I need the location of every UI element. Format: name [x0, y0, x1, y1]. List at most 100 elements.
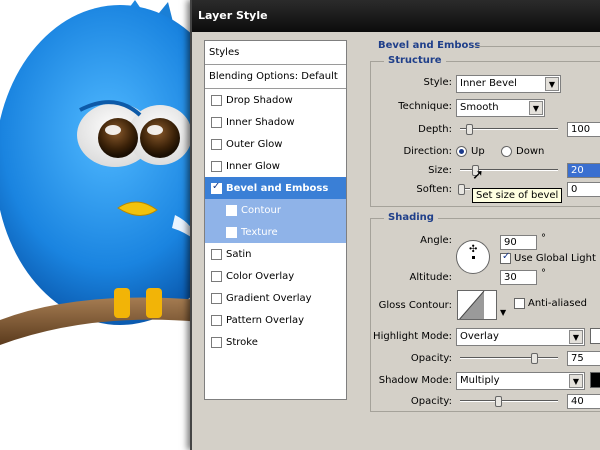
direction-label: Direction: — [403, 146, 452, 157]
contour-dropdown-icon[interactable]: ▼ — [500, 308, 506, 317]
style-item-outer-glow[interactable]: Outer Glow — [205, 133, 346, 155]
style-item-inner-glow[interactable]: Inner Glow — [205, 155, 346, 177]
gloss-contour-picker[interactable] — [457, 290, 497, 320]
chevron-down-icon[interactable]: ▼ — [529, 101, 543, 115]
styles-header[interactable]: Styles — [205, 41, 346, 65]
altitude-input[interactable]: 30 — [500, 270, 537, 285]
altitude-label: Altitude: — [409, 272, 452, 283]
shadow-color-swatch[interactable] — [590, 372, 600, 388]
angle-dial[interactable]: ✣ — [456, 240, 490, 274]
highlight-mode-label: Highlight Mode: — [373, 331, 452, 342]
checkbox[interactable] — [211, 248, 222, 260]
direction-down-radio[interactable] — [501, 146, 512, 157]
style-label: Contour — [241, 204, 281, 216]
altitude-degree: ° — [541, 268, 546, 279]
shadow-opacity-slider[interactable] — [460, 396, 558, 407]
style-value: Inner Bevel — [460, 78, 517, 89]
highlight-opacity-thumb[interactable] — [531, 353, 538, 364]
bevel-emboss-title: Bevel and Emboss — [378, 40, 481, 51]
style-select[interactable]: Inner Bevel ▼ — [456, 75, 561, 93]
checkbox[interactable] — [211, 94, 222, 106]
soften-label: Soften: — [416, 184, 452, 195]
angle-degree: ° — [541, 233, 546, 244]
depth-label: Depth: — [418, 124, 452, 135]
style-item-drop-shadow[interactable]: Drop Shadow — [205, 89, 346, 111]
dialog-body: Styles Blending Options: Default Drop Sh… — [192, 32, 600, 450]
style-label: Color Overlay — [226, 270, 295, 282]
structure-legend: Structure — [384, 55, 446, 66]
size-tooltip: Set size of bevel — [472, 188, 563, 203]
style-label: Pattern Overlay — [226, 314, 305, 326]
style-item-inner-shadow[interactable]: Inner Shadow — [205, 111, 346, 133]
checkbox[interactable] — [211, 292, 222, 304]
style-label: Stroke — [226, 336, 258, 348]
style-item-texture[interactable]: Texture — [205, 221, 346, 243]
style-label: Style: — [423, 77, 453, 88]
highlight-color-swatch[interactable] — [590, 328, 600, 344]
style-label: Outer Glow — [226, 138, 283, 150]
checkbox[interactable] — [226, 204, 237, 216]
screen: Layer Style Styles Blending Options: Def… — [0, 0, 600, 450]
style-item-bevel-and-emboss[interactable]: Bevel and Emboss — [205, 177, 346, 199]
style-label: Satin — [226, 248, 252, 260]
global-light-label[interactable]: Use Global Light — [514, 253, 596, 264]
global-light-checkbox[interactable] — [500, 251, 511, 264]
checkbox[interactable] — [211, 138, 222, 150]
pointer-cursor-icon: ➚ — [472, 167, 484, 183]
crosshair-icon: ✣ — [469, 244, 478, 255]
shadow-opacity-input[interactable]: 40 — [567, 394, 600, 409]
checkbox-checked[interactable] — [211, 181, 222, 194]
direction-up-label[interactable]: Up — [471, 146, 485, 157]
highlight-opacity-label: Opacity: — [410, 353, 452, 364]
style-item-contour[interactable]: Contour — [205, 199, 346, 221]
depth-slider-thumb[interactable] — [466, 124, 473, 135]
checkbox[interactable] — [211, 336, 222, 348]
style-label: Gradient Overlay — [226, 292, 312, 304]
shadow-mode-value: Multiply — [460, 375, 500, 386]
checkbox[interactable] — [211, 314, 222, 326]
chevron-down-icon[interactable]: ▼ — [545, 77, 559, 91]
soften-input[interactable]: 0 — [567, 182, 600, 197]
style-item-pattern-overlay[interactable]: Pattern Overlay — [205, 309, 346, 331]
contour-curve-icon — [459, 291, 485, 319]
technique-value: Smooth — [460, 102, 499, 113]
technique-select[interactable]: Smooth ▼ — [456, 99, 545, 117]
highlight-mode-value: Overlay — [460, 331, 499, 342]
soften-slider[interactable] — [458, 184, 470, 195]
highlight-opacity-input[interactable]: 75 — [567, 351, 600, 366]
dial-center — [472, 256, 475, 259]
style-label: Inner Shadow — [226, 116, 295, 128]
checkbox[interactable] — [211, 116, 222, 128]
shadow-opacity-thumb[interactable] — [495, 396, 502, 407]
chevron-down-icon[interactable]: ▼ — [569, 330, 583, 344]
angle-input[interactable]: 90 — [500, 235, 537, 250]
style-item-color-overlay[interactable]: Color Overlay — [205, 265, 346, 287]
anti-aliased-label[interactable]: Anti-aliased — [528, 298, 587, 309]
blending-options[interactable]: Blending Options: Default — [205, 65, 346, 89]
highlight-mode-select[interactable]: Overlay ▼ — [456, 328, 585, 346]
direction-down-label[interactable]: Down — [516, 146, 544, 157]
bird-illustration — [0, 0, 200, 345]
style-label: Texture — [241, 226, 278, 238]
style-label: Inner Glow — [226, 160, 280, 172]
style-label: Bevel and Emboss — [226, 182, 329, 194]
direction-up-radio[interactable] — [456, 146, 467, 157]
soften-slider-thumb[interactable] — [458, 184, 465, 195]
style-item-gradient-overlay[interactable]: Gradient Overlay — [205, 287, 346, 309]
checkbox[interactable] — [211, 160, 222, 172]
size-input[interactable]: 20 — [567, 163, 600, 178]
chevron-down-icon[interactable]: ▼ — [569, 374, 583, 388]
depth-input[interactable]: 100 — [567, 122, 600, 137]
size-label: Size: — [428, 165, 452, 176]
angle-label: Angle: — [420, 235, 452, 246]
checkbox[interactable] — [211, 270, 222, 282]
style-item-satin[interactable]: Satin — [205, 243, 346, 265]
shadow-opacity-label: Opacity: — [410, 396, 452, 407]
shadow-mode-select[interactable]: Multiply ▼ — [456, 372, 585, 390]
depth-slider[interactable] — [460, 124, 558, 135]
dialog-title: Layer Style — [192, 0, 600, 32]
highlight-opacity-slider[interactable] — [460, 353, 558, 364]
style-item-stroke[interactable]: Stroke — [205, 331, 346, 353]
checkbox[interactable] — [226, 226, 237, 238]
anti-aliased-checkbox[interactable] — [514, 298, 525, 309]
